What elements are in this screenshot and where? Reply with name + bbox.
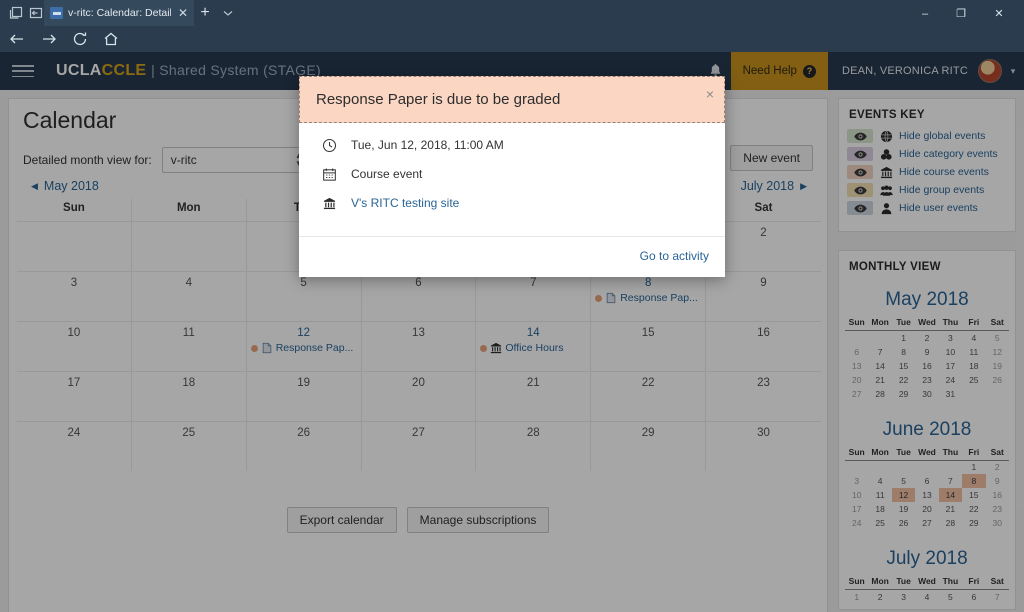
tab-title: v-ritc: Calendar: Detaile: [68, 7, 171, 19]
screen: v-ritc: Calendar: Detaile ✕ + – ❐ ✕ UCLA…: [0, 0, 1024, 612]
back-icon[interactable]: [8, 30, 26, 48]
browser-chrome: v-ritc: Calendar: Detaile ✕ + – ❐ ✕: [0, 0, 1024, 75]
window-minimize-button[interactable]: –: [910, 4, 940, 24]
task-view-icon[interactable]: [8, 5, 24, 21]
chevron-down-icon[interactable]: [221, 6, 235, 20]
tab-close-icon[interactable]: ✕: [176, 7, 190, 19]
window-maximize-button[interactable]: ❐: [946, 4, 976, 24]
refresh-icon[interactable]: [71, 30, 89, 48]
modal-detail-text: Course event: [351, 167, 423, 181]
modal-detail-row: V's RITC testing site: [321, 195, 709, 211]
bank-icon: [321, 195, 337, 211]
site-favicon: [50, 7, 63, 19]
modal-header: Response Paper is due to be graded ×: [299, 76, 725, 123]
modal-body: Tue, Jun 12, 2018, 11:00 AM Course event V…: [299, 123, 725, 236]
clock-icon: [321, 137, 337, 153]
new-tab-button[interactable]: +: [196, 4, 214, 22]
calendar-icon: [321, 166, 337, 182]
modal-title: Response Paper is due to be graded: [316, 91, 561, 108]
go-to-activity-link[interactable]: Go to activity: [640, 249, 709, 263]
modal-detail-text: Tue, Jun 12, 2018, 11:00 AM: [351, 138, 504, 152]
home-icon[interactable]: [102, 30, 120, 48]
close-icon[interactable]: ×: [706, 87, 714, 101]
modal-detail-row: Course event: [321, 166, 709, 182]
window-close-button[interactable]: ✕: [984, 4, 1014, 24]
collections-icon[interactable]: [28, 5, 44, 21]
modal-detail-text[interactable]: V's RITC testing site: [351, 196, 459, 210]
forward-icon[interactable]: [40, 30, 58, 48]
browser-nav-bar: https://stage.ccle.ucla.edu/calendar/vie…: [0, 26, 1024, 75]
event-summary-modal: Response Paper is due to be graded × Tue…: [299, 76, 725, 277]
modal-detail-row: Tue, Jun 12, 2018, 11:00 AM: [321, 137, 709, 153]
tab-strip: v-ritc: Calendar: Detaile ✕ + – ❐ ✕: [0, 0, 1024, 26]
browser-tab[interactable]: v-ritc: Calendar: Detaile ✕: [44, 0, 194, 26]
modal-footer: Go to activity: [299, 236, 725, 277]
